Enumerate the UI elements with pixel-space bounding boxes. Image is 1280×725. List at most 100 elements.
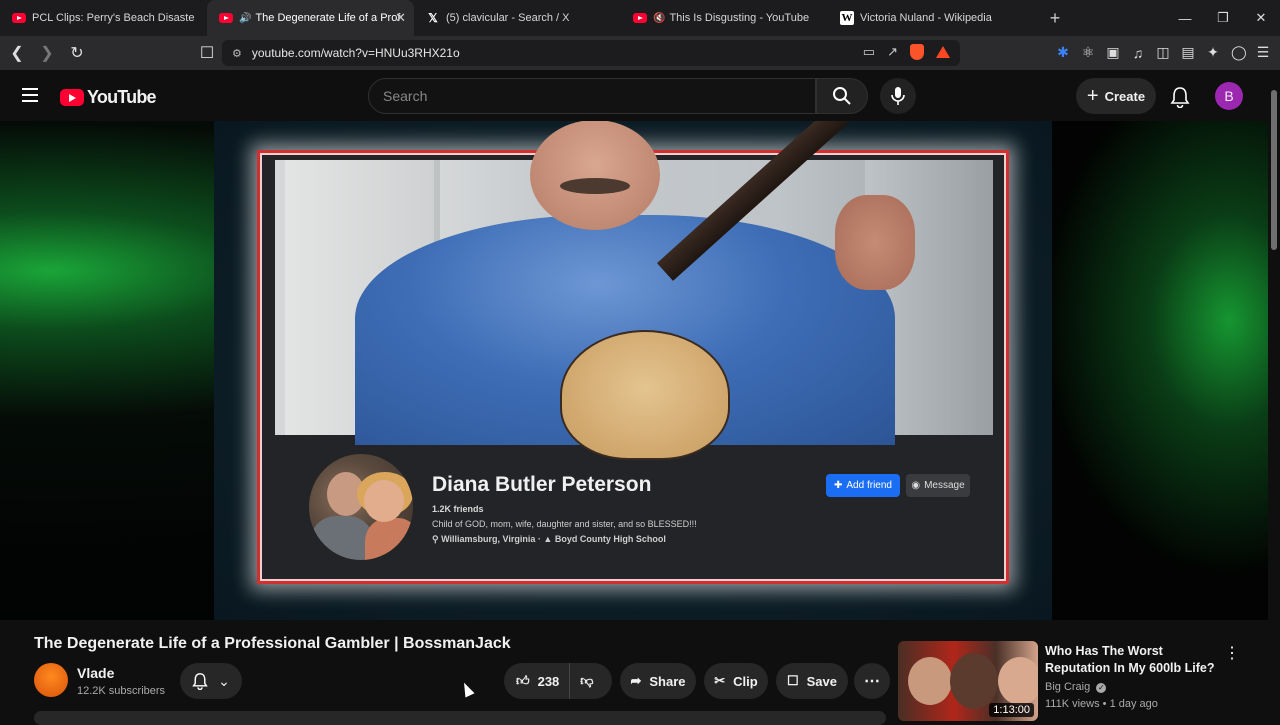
clip-button[interactable]: ✂ Clip: [704, 663, 768, 699]
like-button[interactable]: 👍︎ 238: [504, 663, 571, 699]
thumbs-down-icon: 👎︎: [580, 673, 594, 688]
description-box[interactable]: [34, 711, 886, 725]
video-title: The Degenerate Life of a Professional Ga…: [34, 635, 511, 652]
add-friend-label: Add friend: [846, 480, 892, 491]
avatar-letter: B: [1224, 88, 1234, 104]
wikipedia-icon: W: [840, 11, 854, 25]
x-icon: 𝕏: [428, 11, 438, 25]
wallet-icon[interactable]: ▤: [1181, 44, 1195, 61]
subscribed-notifications-button[interactable]: ⌄: [180, 663, 242, 699]
search-icon: [833, 87, 851, 105]
page-scrollbar[interactable]: [1268, 70, 1280, 720]
bookmark-icon[interactable]: ☐: [194, 40, 220, 66]
save-button[interactable]: ☐ Save: [776, 663, 848, 699]
window-controls: — ❐ ✕: [1166, 0, 1280, 36]
sidebar-icon[interactable]: ◫: [1156, 44, 1170, 61]
messenger-icon: ◉: [911, 480, 921, 491]
close-window-icon[interactable]: ✕: [1242, 0, 1280, 36]
recommended-channel-name: Big Craig: [1045, 681, 1091, 693]
minimize-icon[interactable]: —: [1166, 0, 1204, 36]
youtube-logo-text: YouTube: [87, 87, 157, 107]
create-button[interactable]: + Create: [1076, 78, 1156, 114]
verified-icon: ✓: [1096, 683, 1107, 693]
share-page-icon[interactable]: ↗: [887, 44, 898, 60]
more-horizontal-icon: ⋯: [864, 673, 880, 690]
message-button: ◉ Message: [906, 474, 970, 497]
vpn-shield-icon[interactable]: ◯: [1231, 44, 1247, 61]
video-frame[interactable]: Diana Butler Peterson 1.2K friends Child…: [214, 121, 1052, 620]
account-avatar[interactable]: B: [1215, 82, 1243, 110]
scrollbar-thumb[interactable]: [1271, 90, 1277, 250]
channel-name[interactable]: Vlade: [77, 665, 114, 681]
browser-tab-bar: PCL Clips: Perry's Beach Disaster - Yo 🔊…: [0, 0, 1280, 36]
vpn-icon[interactable]: ✱: [1056, 44, 1070, 61]
restore-icon[interactable]: ❐: [1204, 0, 1242, 36]
youtube-icon: [12, 11, 26, 25]
muted-speaker-icon[interactable]: 🔇: [653, 13, 665, 24]
recommended-thumbnail[interactable]: 1:13:00: [898, 641, 1038, 721]
share-button[interactable]: ➦ Share: [620, 663, 696, 699]
close-tab-icon[interactable]: ✕: [395, 10, 406, 26]
add-friend-button: ✚ Add friend: [826, 474, 900, 497]
site-info-icon[interactable]: ⚙: [232, 47, 242, 60]
share-icon: ➦: [630, 673, 642, 688]
brave-shields-icon[interactable]: [910, 44, 924, 60]
browser-tab[interactable]: W Victoria Nuland - Wikipedia: [828, 0, 1035, 36]
more-actions-button[interactable]: ⋯: [854, 663, 890, 699]
url-text: youtube.com/watch?v=HNUu3RHX21o: [251, 46, 460, 60]
cast-icon[interactable]: ▭: [863, 44, 875, 60]
video-duration: 1:13:00: [989, 703, 1034, 717]
youtube-icon: [633, 11, 647, 25]
menu-icon[interactable]: ☰: [1256, 44, 1270, 61]
thumbs-up-icon: 👍︎: [516, 673, 530, 688]
youtube-logo[interactable]: YouTube: [60, 87, 157, 108]
share-label: Share: [649, 673, 686, 689]
brave-rewards-icon[interactable]: [936, 46, 950, 58]
tab-title: This Is Disgusting - YouTube: [669, 12, 810, 24]
voice-search-button[interactable]: [880, 78, 916, 114]
recommended-more-icon[interactable]: ⋮: [1224, 643, 1240, 663]
profile-bio: Child of GOD, mom, wife, daughter and si…: [432, 519, 697, 529]
channel-avatar[interactable]: [34, 663, 68, 697]
recommended-title[interactable]: Who Has The Worst Reputation In My 600lb…: [1045, 643, 1217, 677]
add-person-icon: ✚: [834, 480, 843, 491]
screenshot-icon[interactable]: ▣: [1106, 44, 1120, 61]
forward-icon[interactable]: ❯: [34, 40, 60, 66]
back-icon[interactable]: ❮: [4, 40, 30, 66]
recommended-channel[interactable]: Big Craig ✓: [1045, 681, 1107, 693]
friends-count: 1.2K friends: [432, 504, 484, 514]
browser-tab-active[interactable]: 🔊 The Degenerate Life of a Prof ✕: [207, 0, 414, 36]
tab-title: Victoria Nuland - Wikipedia: [860, 12, 992, 24]
browser-tab[interactable]: PCL Clips: Perry's Beach Disaster - Yo: [0, 0, 207, 36]
youtube-header: YouTube Search + Create B: [0, 70, 1268, 122]
search-button[interactable]: [816, 78, 868, 114]
dislike-button[interactable]: 👎︎: [570, 673, 593, 689]
message-label: Message: [924, 480, 965, 491]
clip-label: Clip: [733, 673, 758, 689]
bell-icon: [192, 673, 208, 690]
media-icon[interactable]: ♫: [1131, 45, 1145, 61]
browser-tab[interactable]: 🔇 This Is Disgusting - YouTube: [621, 0, 828, 36]
speaker-icon[interactable]: 🔊: [239, 13, 251, 24]
chevron-down-icon: ⌄: [218, 672, 230, 689]
reload-icon[interactable]: ↻: [64, 40, 90, 66]
new-tab-button[interactable]: +: [1035, 8, 1075, 29]
video-player[interactable]: Diana Butler Peterson 1.2K friends Child…: [0, 121, 1268, 620]
url-field[interactable]: ⚙ youtube.com/watch?v=HNUu3RHX21o ▭ ↗: [222, 40, 960, 66]
browser-tab[interactable]: 𝕏 (5) clavicular - Search / X: [414, 0, 621, 36]
leo-ai-icon[interactable]: ✦: [1206, 44, 1220, 61]
url-actions: ▭ ↗: [863, 44, 950, 60]
plus-icon: +: [1086, 84, 1099, 107]
extensions-toolbar: ✱ ⚛ ▣ ♫ ◫ ▤ ✦ ◯ ☰: [1056, 44, 1270, 61]
address-bar-row: ❮ ❯ ↻ ☐ ⚙ youtube.com/watch?v=HNUu3RHX21…: [0, 36, 1280, 70]
scissors-icon: ✂: [714, 673, 726, 688]
profile-picture: [306, 451, 416, 563]
recommended-meta: 111K views • 1 day ago: [1045, 698, 1158, 710]
facebook-profile-screenshot: Diana Butler Peterson 1.2K friends Child…: [257, 121, 1009, 584]
search-input[interactable]: Search: [368, 78, 816, 114]
extensions-icon[interactable]: ⚛: [1081, 44, 1095, 61]
create-label: Create: [1104, 88, 1146, 104]
profile-location: ⚲ Williamsburg, Virginia · ▲ Boyd County…: [432, 534, 666, 545]
guide-menu-icon[interactable]: [22, 88, 38, 102]
notifications-button[interactable]: [1170, 86, 1190, 113]
